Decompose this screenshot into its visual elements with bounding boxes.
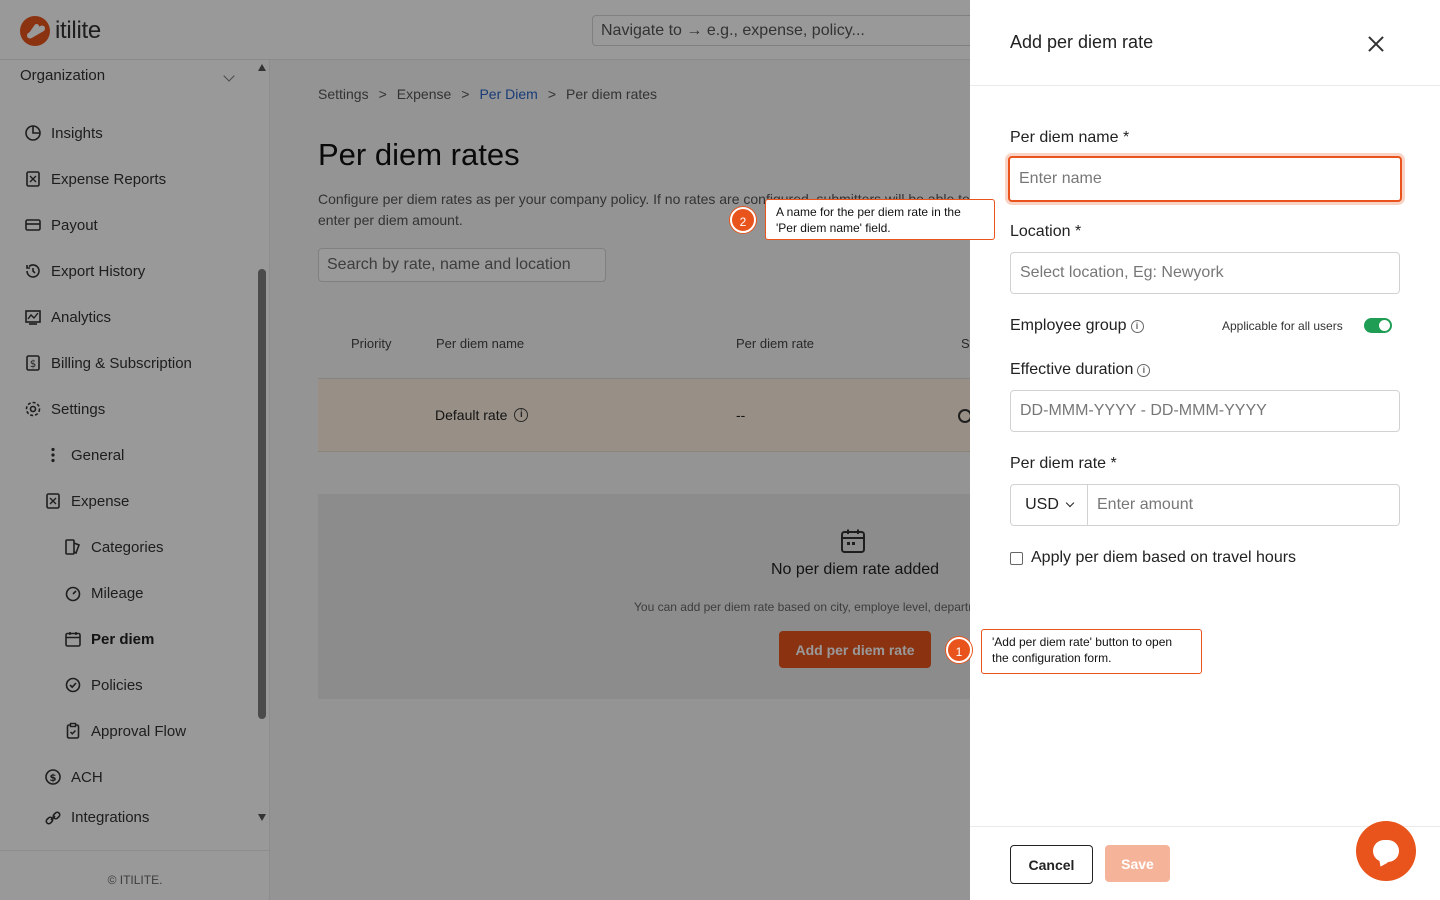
currency-select[interactable]: USD (1011, 485, 1088, 525)
employee-group-label-wrap: Employee group i (1010, 317, 1144, 335)
location-label: Location * (1010, 223, 1082, 240)
amount-placeholder: Enter amount (1097, 496, 1194, 513)
per-diem-rate-group: USD Enter amount (1010, 484, 1400, 526)
employee-group-label: Employee group (1010, 317, 1127, 334)
per-diem-rate-label: Per diem rate * (1010, 455, 1117, 472)
chevron-down-icon (1065, 498, 1075, 508)
location-select[interactable]: Select location, Eg: Newyork (1010, 252, 1400, 294)
chat-bubble-icon (1373, 840, 1399, 862)
save-button[interactable]: Save (1105, 845, 1170, 882)
applicable-all-users-label: Applicable for all users (1222, 319, 1343, 333)
add-per-diem-drawer: Add per diem rate Per diem name * Enter … (970, 0, 1440, 900)
travel-hours-label: Apply per diem based on travel hours (1031, 549, 1297, 566)
location-placeholder: Select location, Eg: Newyork (1020, 264, 1224, 281)
cancel-button[interactable]: Cancel (1010, 845, 1093, 884)
app-root: itilite Navigate to → e.g., expense, pol… (0, 0, 1440, 900)
currency-value: USD (1025, 496, 1059, 513)
effective-duration-input[interactable]: DD-MMM-YYYY - DD-MMM-YYYY (1010, 390, 1400, 432)
modal-backdrop[interactable] (0, 0, 970, 900)
effective-duration-label: Effective duration (1010, 361, 1134, 378)
drawer-title: Add per diem rate (1010, 32, 1154, 52)
annotation-marker-1: 1 (946, 637, 972, 663)
info-icon[interactable]: i (1130, 319, 1144, 333)
annotation-callout-2: A name for the per diem rate in the 'Per… (765, 199, 995, 240)
per-diem-name-label: Per diem name * (1010, 129, 1130, 146)
travel-hours-checkbox[interactable] (1010, 551, 1023, 565)
drawer-header: Add per diem rate (970, 0, 1440, 86)
per-diem-name-placeholder: Enter name (1019, 170, 1102, 187)
info-icon[interactable]: i (1137, 363, 1151, 377)
applicable-all-users-toggle[interactable] (1364, 318, 1392, 333)
drawer-footer: Cancel Save (970, 821, 1440, 900)
annotation-marker-2: 2 (730, 207, 756, 233)
chat-support-button[interactable] (1356, 821, 1416, 881)
effective-duration-label-wrap: Effective duration i (1010, 361, 1151, 379)
close-icon[interactable] (1366, 34, 1386, 54)
per-diem-name-input[interactable]: Enter name (1008, 156, 1402, 202)
effective-duration-placeholder: DD-MMM-YYYY - DD-MMM-YYYY (1020, 402, 1267, 419)
amount-input[interactable]: Enter amount (1088, 485, 1399, 525)
travel-hours-option[interactable]: Apply per diem based on travel hours (1010, 549, 1296, 567)
annotation-callout-1: 'Add per diem rate' button to open the c… (981, 629, 1202, 674)
